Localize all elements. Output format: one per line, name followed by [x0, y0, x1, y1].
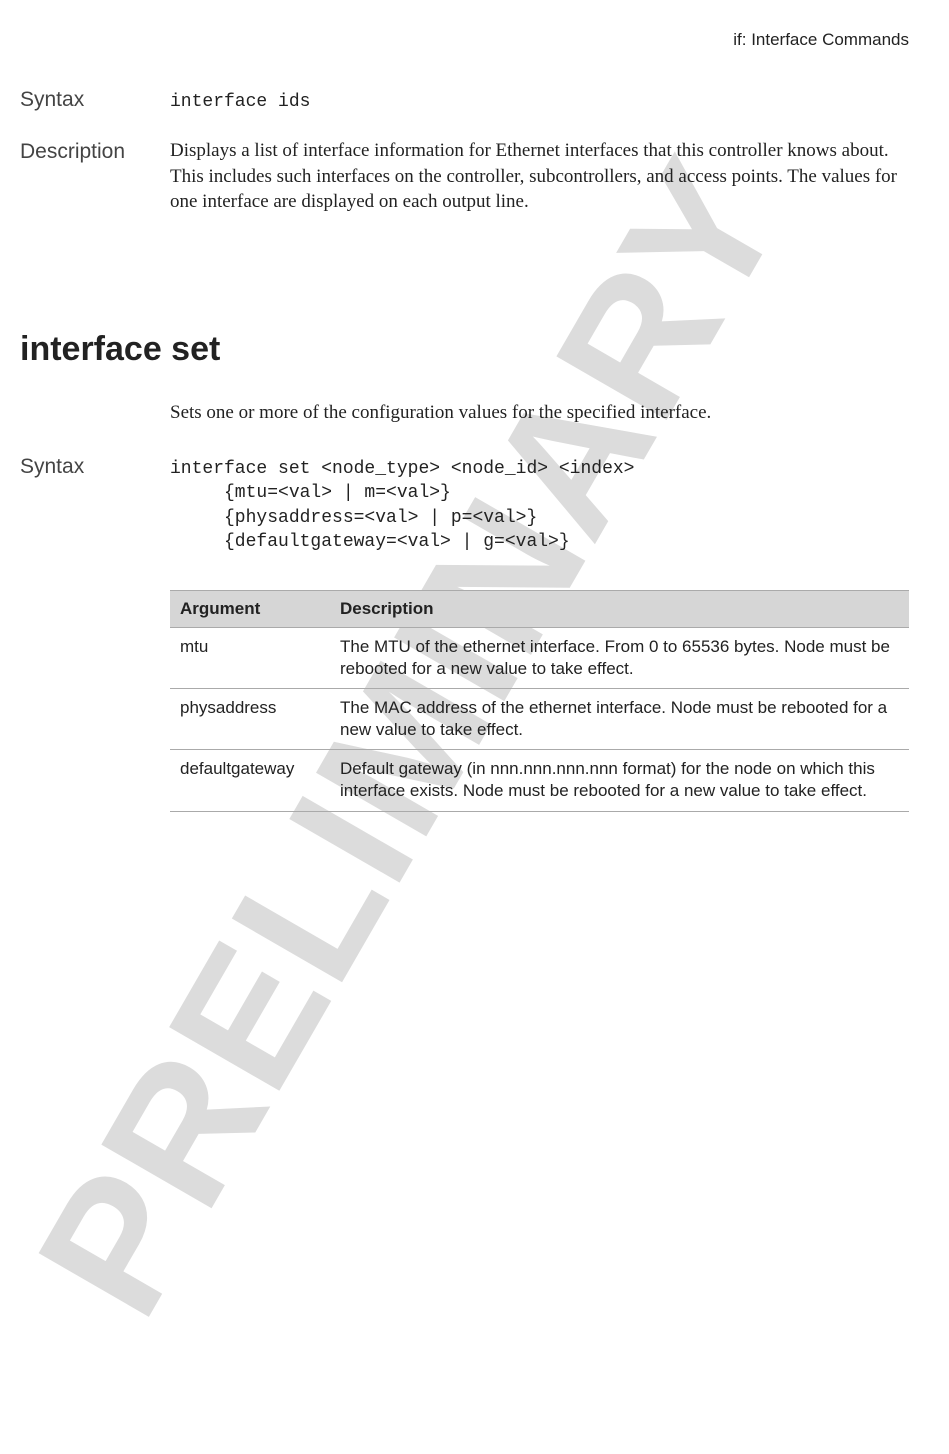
running-header: if: Interface Commands: [733, 30, 909, 50]
table-header-description: Description: [330, 591, 909, 628]
table-row: defaultgateway Default gateway (in nnn.n…: [170, 750, 909, 811]
syntax-code-1: interface ids: [170, 90, 909, 114]
arg-name: mtu: [170, 628, 330, 689]
section-intro: Sets one or more of the configuration va…: [170, 402, 711, 423]
table-row: mtu The MTU of the ethernet interface. F…: [170, 628, 909, 689]
arg-desc: The MTU of the ethernet interface. From …: [330, 628, 909, 689]
syntax-code-2: interface set <node_type> <node_id> <ind…: [170, 457, 909, 554]
table-header-argument: Argument: [170, 591, 330, 628]
description-label: Description: [20, 140, 160, 164]
arg-desc: Default gateway (in nnn.nnn.nnn.nnn form…: [330, 750, 909, 811]
description-text: Displays a list of interface information…: [170, 140, 897, 212]
arguments-table: Argument Description mtu The MTU of the …: [170, 590, 909, 812]
syntax-label-1: Syntax: [20, 88, 160, 112]
table-header-row: Argument Description: [170, 591, 909, 628]
section-heading: interface set: [20, 330, 220, 369]
syntax-label-2: Syntax: [20, 455, 160, 479]
arg-name: physaddress: [170, 689, 330, 750]
arg-desc: The MAC address of the ethernet interfac…: [330, 689, 909, 750]
arg-name: defaultgateway: [170, 750, 330, 811]
table-row: physaddress The MAC address of the ether…: [170, 689, 909, 750]
